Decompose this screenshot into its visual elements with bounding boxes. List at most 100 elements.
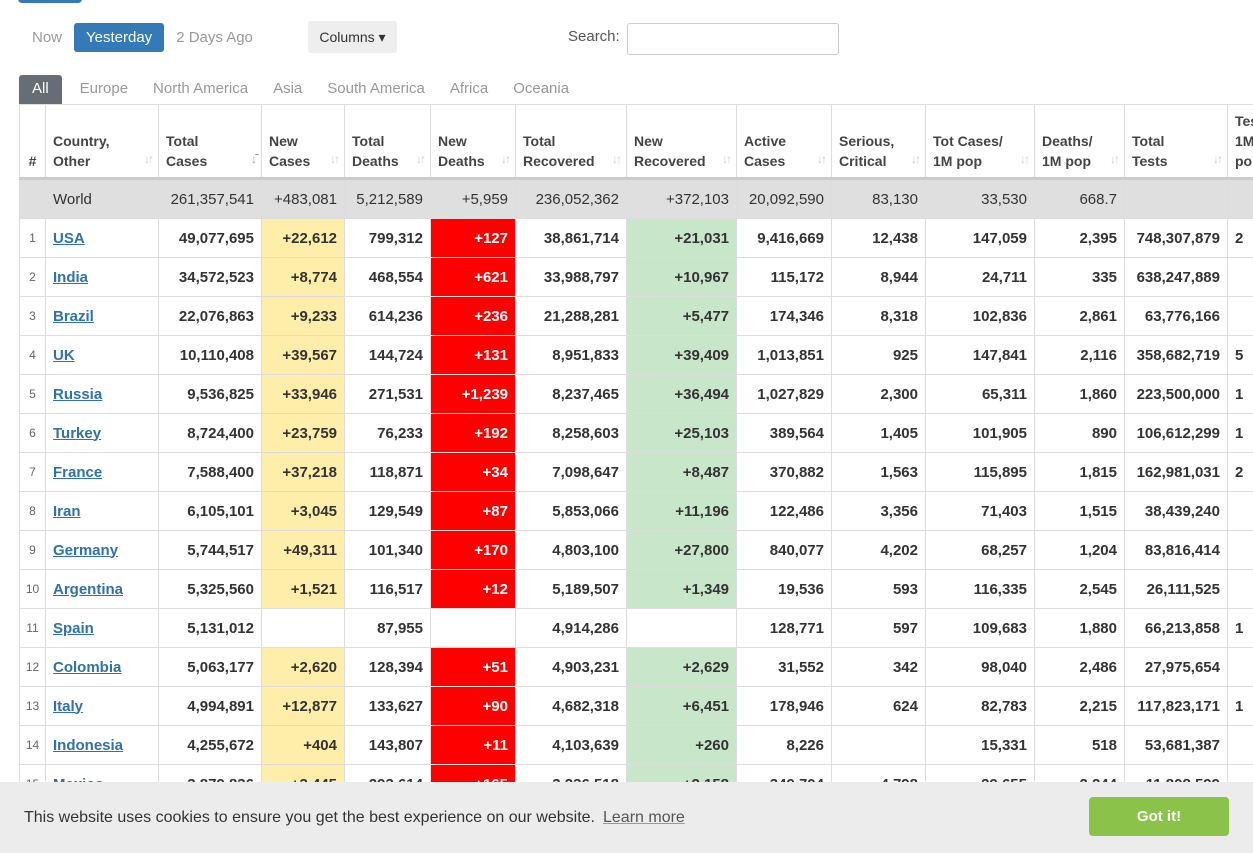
cell: 597 <box>831 608 926 648</box>
region-tab-asia[interactable]: Asia <box>273 75 302 104</box>
country-link[interactable]: Indonesia <box>53 737 123 754</box>
region-tab-north-america[interactable]: North America <box>153 75 248 104</box>
cell: 1,027,829 <box>736 374 832 414</box>
column-header[interactable]: Serious, Critical ↓↑ <box>831 104 926 180</box>
cell: Brazil <box>45 296 159 336</box>
cell: Spain <box>45 608 159 648</box>
country-link[interactable]: USA <box>53 230 85 247</box>
column-header-label: New Recovered <box>634 133 706 169</box>
country-link[interactable]: India <box>53 269 88 286</box>
sort-icon[interactable]: ↓↑ <box>1110 149 1120 169</box>
cell: 5 <box>1227 335 1253 375</box>
sort-icon[interactable]: ↓↑ <box>722 149 732 169</box>
cell: 38,861,714 <box>515 218 627 258</box>
cell: +36,494 <box>626 374 737 414</box>
cell: 1,815 <box>1034 452 1125 492</box>
search-input[interactable] <box>627 23 839 55</box>
cell: 115,172 <box>736 257 832 297</box>
column-header-label: # <box>28 153 37 169</box>
cell: 8,724,400 <box>158 413 262 453</box>
cell: 10,110,408 <box>158 335 262 375</box>
cell: 87,955 <box>344 608 431 648</box>
country-link[interactable]: Colombia <box>53 659 121 676</box>
world-row: World 261,357,541 +483,081 5,212,589 +5,959 2… <box>19 178 1253 219</box>
sort-icon[interactable]: ↓↑ <box>416 149 426 169</box>
cell: 109,683 <box>925 608 1035 648</box>
cell: 8,318 <box>831 296 926 336</box>
cell: 102,836 <box>925 296 1035 336</box>
sort-icon[interactable]: ↓↑ <box>330 149 340 169</box>
country-link[interactable]: Spain <box>53 620 94 637</box>
column-header[interactable]: Total Deaths ↓↑ <box>344 104 431 180</box>
cell: 27,975,654 <box>1124 647 1228 687</box>
column-header[interactable]: New Recovered ↓↑ <box>626 104 737 180</box>
cell: 174,346 <box>736 296 832 336</box>
column-header[interactable]: New Cases ↓↑ <box>261 104 345 180</box>
cell: 2 <box>19 257 46 297</box>
column-header[interactable]: Active Cases ↓↑ <box>736 104 832 180</box>
learn-more-link[interactable]: Learn more <box>603 809 685 827</box>
region-tab-europe[interactable]: Europe <box>80 75 128 104</box>
sort-desc-icon[interactable]: ↓̄ <box>251 149 257 169</box>
day-tab-yesterday[interactable]: Yesterday <box>74 23 165 52</box>
region-tab-all[interactable]: All <box>19 75 62 104</box>
column-header[interactable]: Total Cases ↓̄ <box>158 104 262 180</box>
country-link[interactable]: Brazil <box>53 308 94 325</box>
got-it-button[interactable]: Got it! <box>1089 797 1229 836</box>
cell: +260 <box>626 725 737 765</box>
cell: 5,212,589 <box>344 178 431 219</box>
country-link[interactable]: Argentina <box>53 581 123 598</box>
cell: 799,312 <box>344 218 431 258</box>
cell: 5,744,517 <box>158 530 262 570</box>
sort-icon[interactable]: ↓↑ <box>501 149 511 169</box>
sort-icon[interactable]: ↓↑ <box>612 149 622 169</box>
column-header[interactable]: Deaths/ 1M pop ↓↑ <box>1034 104 1125 180</box>
cell: +127 <box>430 218 516 258</box>
country-link[interactable]: Turkey <box>53 425 101 442</box>
table-row: 8 Iran 6,105,101 +3,045 129,549 +87 5,853,066 +… <box>19 491 1253 531</box>
country-link[interactable]: UK <box>53 347 75 364</box>
column-header[interactable]: Tests/ 1M pop↓↑ <box>1227 104 1253 180</box>
covid-table: # Country, Other ↓↑ Total Cases ↓̄ New Cases ↓… <box>19 104 1253 804</box>
region-tab-oceania[interactable]: Oceania <box>513 75 569 104</box>
cell: World <box>45 178 159 219</box>
cell: +1,349 <box>626 569 737 609</box>
columns-dropdown[interactable]: Columns ▾ <box>308 21 397 53</box>
column-header[interactable]: Tot Cases/ 1M pop ↓↑ <box>925 104 1035 180</box>
sort-icon[interactable]: ↓↑ <box>817 149 827 169</box>
cell: +1,521 <box>261 569 345 609</box>
country-link[interactable]: Italy <box>53 698 83 715</box>
cell: 116,517 <box>344 569 431 609</box>
cell: 5,131,012 <box>158 608 262 648</box>
country-link[interactable]: Iran <box>53 503 81 520</box>
column-header-label: Tests/ 1M pop <box>1235 113 1253 169</box>
sort-icon[interactable]: ↓↑ <box>1213 149 1223 169</box>
sort-icon[interactable]: ↓↑ <box>911 149 921 169</box>
column-header[interactable]: Country, Other ↓↑ <box>45 104 159 180</box>
day-tab-now[interactable]: Now <box>20 23 74 52</box>
cell: 83,130 <box>831 178 926 219</box>
cell: 63,776,166 <box>1124 296 1228 336</box>
column-header[interactable]: Total Recovered ↓↑ <box>515 104 627 180</box>
column-header-label: Tot Cases/ 1M pop <box>933 133 1003 169</box>
cell: 8,237,465 <box>515 374 627 414</box>
cell: 11 <box>19 608 46 648</box>
cell: +1,239 <box>430 374 516 414</box>
cell: 24,711 <box>925 257 1035 297</box>
country-link[interactable]: Germany <box>53 542 118 559</box>
cell: Indonesia <box>45 725 159 765</box>
sort-icon[interactable]: ↓↑ <box>1020 149 1030 169</box>
cell: +8,774 <box>261 257 345 297</box>
country-link[interactable]: France <box>53 464 102 481</box>
sort-icon[interactable]: ↓↑ <box>144 149 154 169</box>
cell: 31,552 <box>736 647 832 687</box>
top-button[interactable] <box>18 0 82 3</box>
column-header[interactable]: New Deaths ↓↑ <box>430 104 516 180</box>
column-header-label: Total Tests <box>1132 133 1168 169</box>
day-tab-2-days-ago[interactable]: 2 Days Ago <box>164 23 265 52</box>
region-tab-africa[interactable]: Africa <box>450 75 488 104</box>
column-header[interactable]: Total Tests ↓↑ <box>1124 104 1228 180</box>
region-tab-south-america[interactable]: South America <box>327 75 425 104</box>
country-link[interactable]: Russia <box>53 386 102 403</box>
column-header[interactable]: # <box>19 104 46 180</box>
